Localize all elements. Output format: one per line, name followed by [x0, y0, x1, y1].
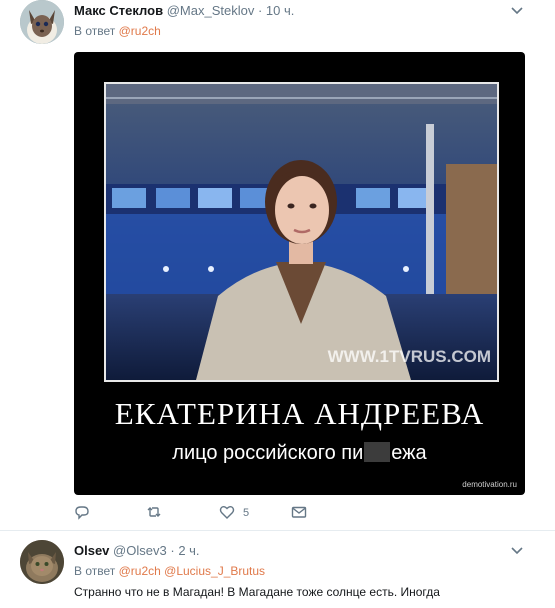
demotivator-title: ЕКАТЕРИНА АНДРЕЕВА — [114, 396, 485, 431]
retweet-icon[interactable] — [146, 504, 162, 522]
photo-watermark: WWW.1TVRUS.COM — [328, 347, 491, 366]
tweet: Olsev @Olsev3 · 2 ч. В ответ @ru2ch @Luc… — [0, 531, 555, 608]
demotivator-subtitle: лицо российского пи ежа — [74, 442, 525, 465]
reply-context: В ответ @ru2ch — [74, 24, 161, 38]
tweet: Макс Стеклов @Max_Steklov · 10 ч. В отве… — [0, 0, 555, 531]
user-handle[interactable]: @Olsev3 — [113, 543, 167, 558]
reply-icon[interactable] — [74, 504, 90, 522]
user-name[interactable]: Макс Стеклов — [74, 3, 163, 18]
heart-icon[interactable] — [219, 504, 235, 522]
user-handle[interactable]: @Max_Steklov — [167, 3, 255, 18]
reply-prefix: В ответ — [74, 24, 116, 38]
chevron-down-icon[interactable] — [509, 2, 525, 18]
tweet-header: Olsev @Olsev3 · 2 ч. — [74, 543, 200, 558]
tweet-header: Макс Стеклов @Max_Steklov · 10 ч. — [74, 3, 294, 18]
separator: · — [170, 543, 175, 558]
site-watermark: demotivation.ru — [462, 480, 517, 489]
news-anchor-photo: WWW.1TVRUS.COM — [104, 82, 499, 382]
envelope-icon[interactable] — [291, 504, 307, 522]
reply-context: В ответ @ru2ch @Lucius_J_Brutus — [74, 564, 265, 578]
chevron-down-icon[interactable] — [509, 542, 525, 558]
mention-link[interactable]: @Lucius_J_Brutus — [164, 564, 265, 578]
like-count: 5 — [243, 507, 250, 519]
tweet-text: Странно что не в Магадан! В Магадане тож… — [74, 585, 440, 599]
tweet-media-image[interactable]: WWW.1TVRUS.COM ЕКАТЕРИНА АНДРЕЕВА лицо р… — [74, 52, 525, 495]
subtitle-part-1: лицо российского пи — [172, 442, 364, 464]
censor-blur — [364, 442, 391, 462]
subtitle-part-2: ежа — [391, 442, 427, 464]
avatar[interactable] — [20, 0, 64, 44]
tweet-actions: 5 — [74, 504, 374, 524]
user-name[interactable]: Olsev — [74, 543, 109, 558]
timestamp[interactable]: 10 ч. — [266, 3, 294, 18]
separator: · — [257, 3, 263, 18]
mention-link[interactable]: @ru2ch — [119, 24, 161, 38]
timestamp[interactable]: 2 ч. — [178, 543, 199, 558]
avatar[interactable] — [20, 540, 64, 584]
mention-link[interactable]: @ru2ch — [119, 564, 161, 578]
reply-prefix: В ответ — [74, 564, 116, 578]
